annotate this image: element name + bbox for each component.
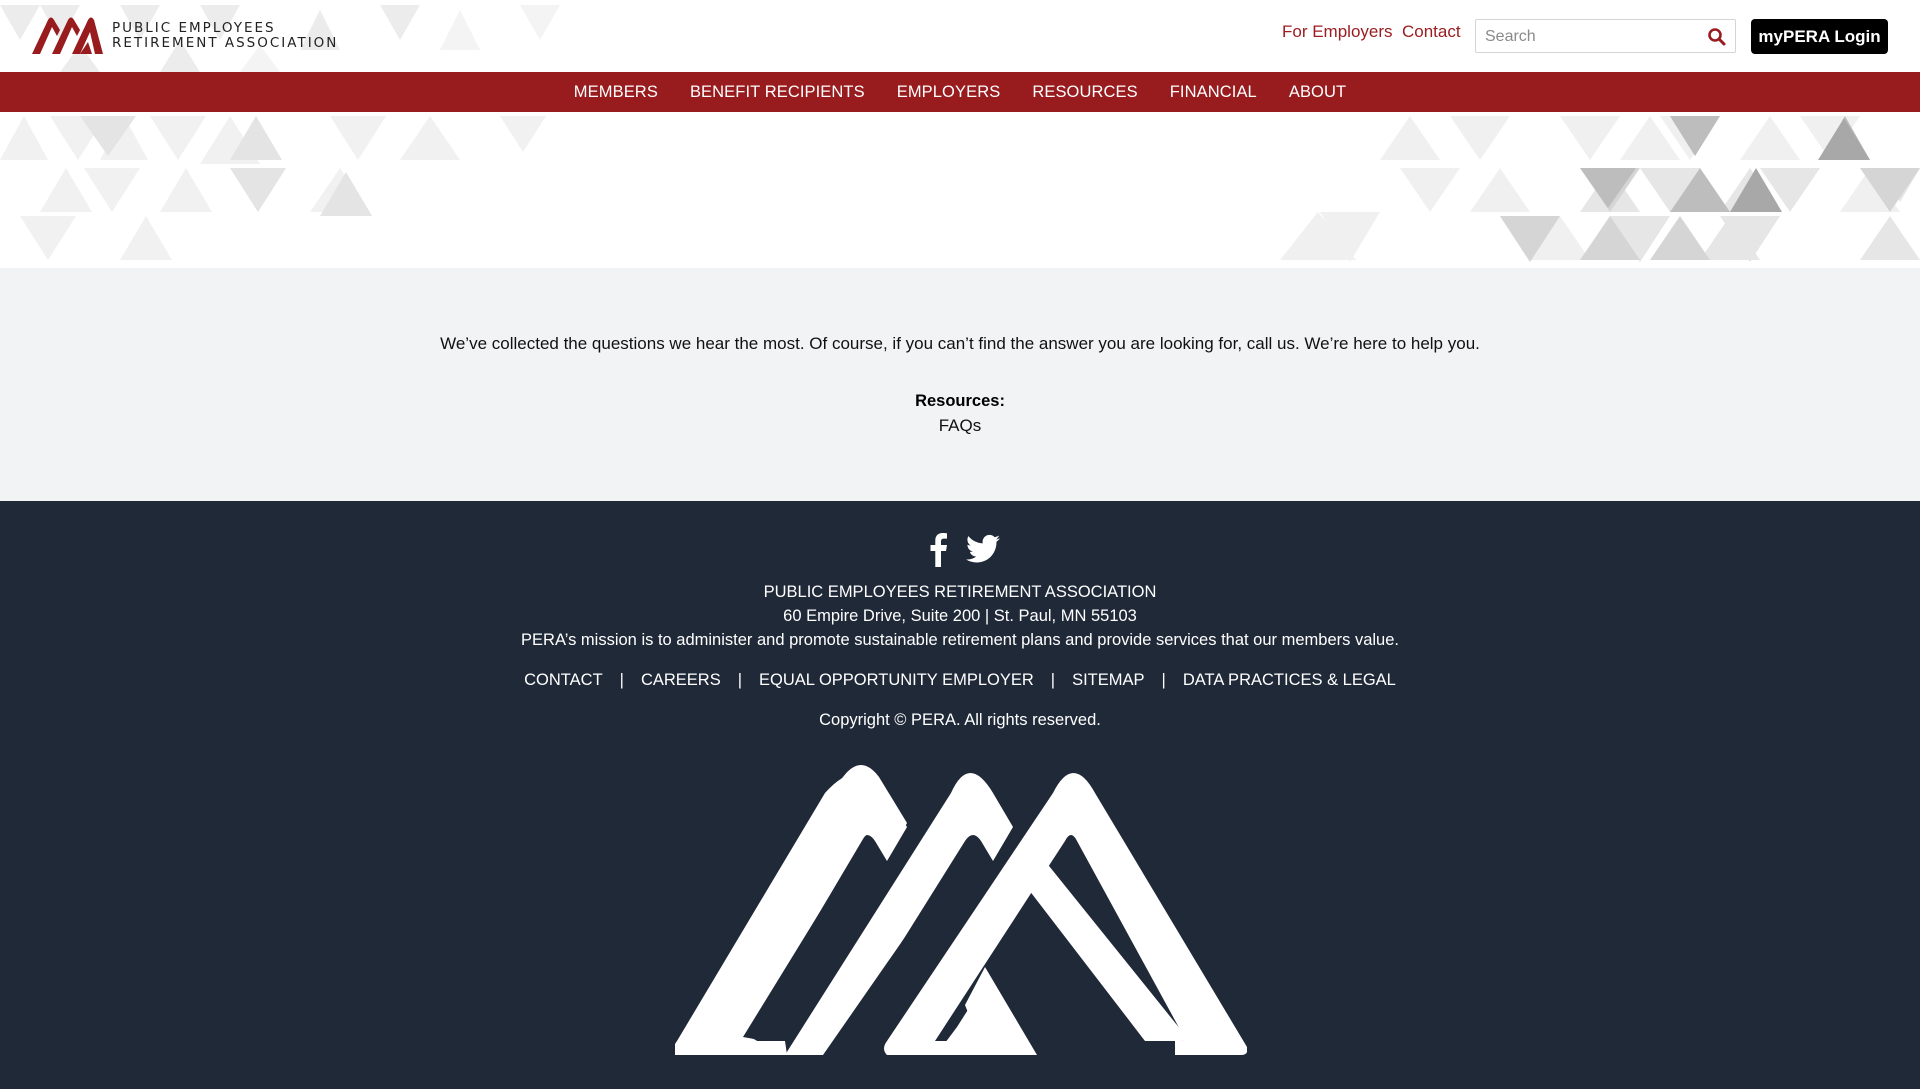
footer-link-data-practices[interactable]: DATA PRACTICES & LEGAL (1183, 671, 1396, 690)
footer-link-sitemap[interactable]: SITEMAP (1072, 671, 1144, 690)
twitter-icon[interactable] (966, 534, 1000, 564)
nav-item-resources[interactable]: RESOURCES (1032, 83, 1137, 102)
footer-address: 60 Empire Drive, Suite 200 | St. Paul, M… (783, 607, 1137, 625)
footer-mission: PERA’s mission is to administer and prom… (521, 631, 1399, 649)
site-header: PUBLIC EMPLOYEES RETIREMENT ASSOCIATION … (0, 0, 1920, 72)
nav-item-benefit-recipients[interactable]: BENEFIT RECIPIENTS (690, 83, 865, 102)
search-input[interactable] (1485, 26, 1705, 48)
nav-item-about[interactable]: ABOUT (1289, 83, 1346, 102)
contact-link[interactable]: Contact (1402, 22, 1461, 42)
footer-separator: | (737, 671, 743, 689)
search-icon[interactable] (1707, 27, 1727, 47)
footer-link-contact[interactable]: CONTACT (524, 671, 603, 690)
mypera-login-button[interactable]: myPERA Login (1751, 19, 1888, 54)
pera-footer-logo-icon (675, 765, 1247, 1055)
footer-link-careers[interactable]: CAREERS (641, 671, 721, 690)
footer-separator: | (619, 671, 624, 689)
main-content: We’ve collected the questions we hear th… (0, 268, 1920, 501)
intro-text: We’ve collected the questions we hear th… (440, 334, 1480, 353)
facebook-icon[interactable] (928, 531, 948, 567)
footer-link-equal-opportunity[interactable]: EQUAL OPPORTUNITY EMPLOYER (759, 671, 1034, 690)
pera-logo-icon (32, 17, 103, 54)
main-nav: MEMBERS BENEFIT RECIPIENTS EMPLOYERS RES… (0, 72, 1920, 112)
social-links (920, 531, 1020, 567)
footer-org-name: PUBLIC EMPLOYEES RETIREMENT ASSOCIATION (763, 583, 1157, 601)
hero-banner (0, 112, 1920, 268)
footer-separator: | (1161, 671, 1166, 689)
faqs-link[interactable]: FAQs (0, 416, 1920, 436)
logo-wordmark: PUBLIC EMPLOYEES RETIREMENT ASSOCIATION (112, 21, 338, 51)
for-employers-link[interactable]: For Employers (1282, 22, 1393, 42)
search-box (1475, 19, 1736, 53)
logo-line-2: RETIREMENT ASSOCIATION (112, 35, 339, 51)
nav-item-employers[interactable]: EMPLOYERS (897, 83, 1001, 102)
resources-label: Resources: (915, 392, 1005, 410)
logo-line-1: PUBLIC EMPLOYEES (112, 20, 276, 36)
nav-item-members[interactable]: MEMBERS (574, 83, 658, 102)
footer-copyright: Copyright © PERA. All rights reserved. (819, 711, 1101, 729)
nav-item-financial[interactable]: FINANCIAL (1170, 83, 1257, 102)
site-footer: PUBLIC EMPLOYEES RETIREMENT ASSOCIATION … (0, 501, 1920, 1089)
footer-links: CONTACT | CAREERS | EQUAL OPPORTUNITY EM… (0, 671, 1920, 690)
site-logo[interactable]: PUBLIC EMPLOYEES RETIREMENT ASSOCIATION (30, 14, 338, 58)
footer-separator: | (1050, 671, 1056, 689)
hero-triangle-pattern (0, 116, 1920, 262)
